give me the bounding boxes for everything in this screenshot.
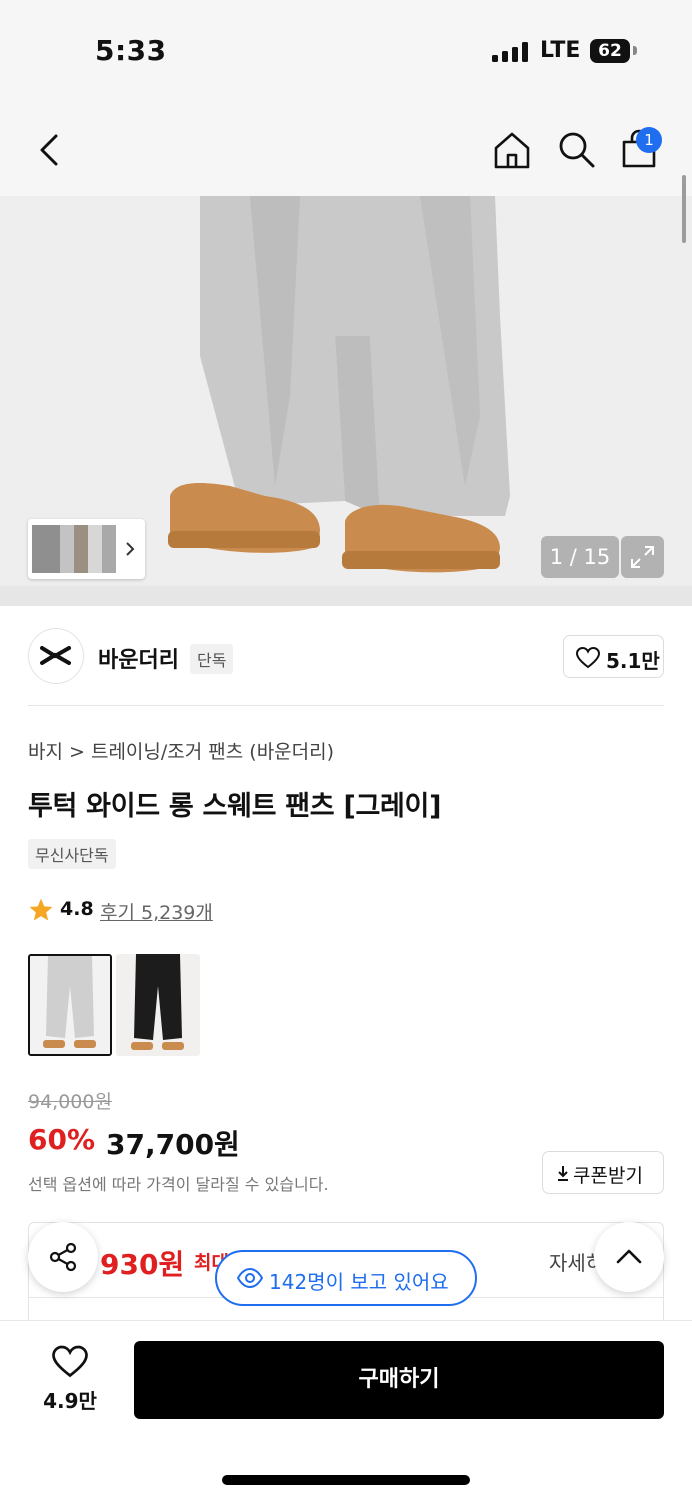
swatch-black-image [116, 954, 200, 1056]
scroll-indicator [682, 175, 686, 243]
divider [28, 705, 664, 706]
exclusive-tag: 단독 [190, 644, 234, 674]
sale-price: 37,700원 [106, 1128, 240, 1161]
battery-icon: 62 [590, 39, 630, 63]
product-title: 투턱 와이드 롱 스웨트 팬츠 [그레이] [28, 791, 442, 822]
home-icon[interactable] [490, 128, 534, 172]
battery-tip [633, 46, 637, 55]
buy-button[interactable]: 구매하기 [134, 1341, 664, 1419]
brand-logo[interactable] [28, 628, 84, 684]
exclusive-badge: 무신사단독 [28, 839, 116, 869]
brand-like-count: 5.1만 [606, 649, 660, 673]
expand-button[interactable] [621, 536, 664, 578]
brand-like-button[interactable]: 5.1만 [563, 635, 664, 678]
share-button[interactable] [28, 1222, 98, 1292]
viewers-text: 142명이 보고 있어요 [269, 1270, 449, 1294]
breadcrumb[interactable]: 바지 > 트레이닝/조거 팬츠 (바운더리) [28, 737, 334, 764]
original-price: 94,000원 [28, 1091, 112, 1113]
chevron-up-icon [616, 1249, 642, 1264]
status-time: 5:33 [95, 34, 167, 67]
viewers-pill: 142명이 보고 있어요 [215, 1250, 477, 1306]
share-icon [49, 1242, 77, 1272]
scroll-top-button[interactable] [594, 1222, 664, 1292]
color-swatch-gray[interactable] [28, 954, 112, 1056]
expand-icon [631, 546, 654, 568]
rating-value: 4.8 [60, 898, 94, 920]
coupon-label: 쿠폰받기 [573, 1165, 643, 1187]
back-arrow-icon[interactable] [34, 130, 66, 170]
signal-icon [492, 42, 530, 62]
coupon-button[interactable]: 쿠폰받기 [542, 1151, 664, 1194]
network-label: LTE [540, 38, 581, 63]
thumbnail-strip[interactable] [28, 519, 145, 579]
wishlist-heart-icon[interactable] [52, 1345, 88, 1379]
benefit-price: 930원 [100, 1248, 185, 1281]
wishlist-count: 4.9만 [43, 1389, 97, 1413]
home-indicator [222, 1475, 470, 1485]
cart-badge: 1 [636, 127, 662, 153]
eye-icon [237, 1268, 263, 1288]
heart-icon [576, 647, 600, 669]
status-bar: 5:33 LTE 62 [0, 0, 692, 100]
swatch-gray-image [30, 956, 110, 1054]
download-icon [558, 1166, 568, 1181]
price-note: 선택 옵션에 따라 가격이 달라질 수 있습니다. [28, 1175, 329, 1194]
discount-rate: 60% [28, 1123, 96, 1156]
search-icon[interactable] [555, 128, 599, 172]
review-link[interactable]: 후기 5,239개 [100, 898, 213, 925]
color-swatch-black[interactable] [116, 954, 200, 1056]
star-icon [29, 898, 53, 921]
image-counter: 1 / 15 [541, 536, 619, 578]
brand-logo-mark [40, 646, 71, 665]
thumbnail-images [32, 525, 135, 573]
brand-name[interactable]: 바운더리 [98, 642, 179, 674]
